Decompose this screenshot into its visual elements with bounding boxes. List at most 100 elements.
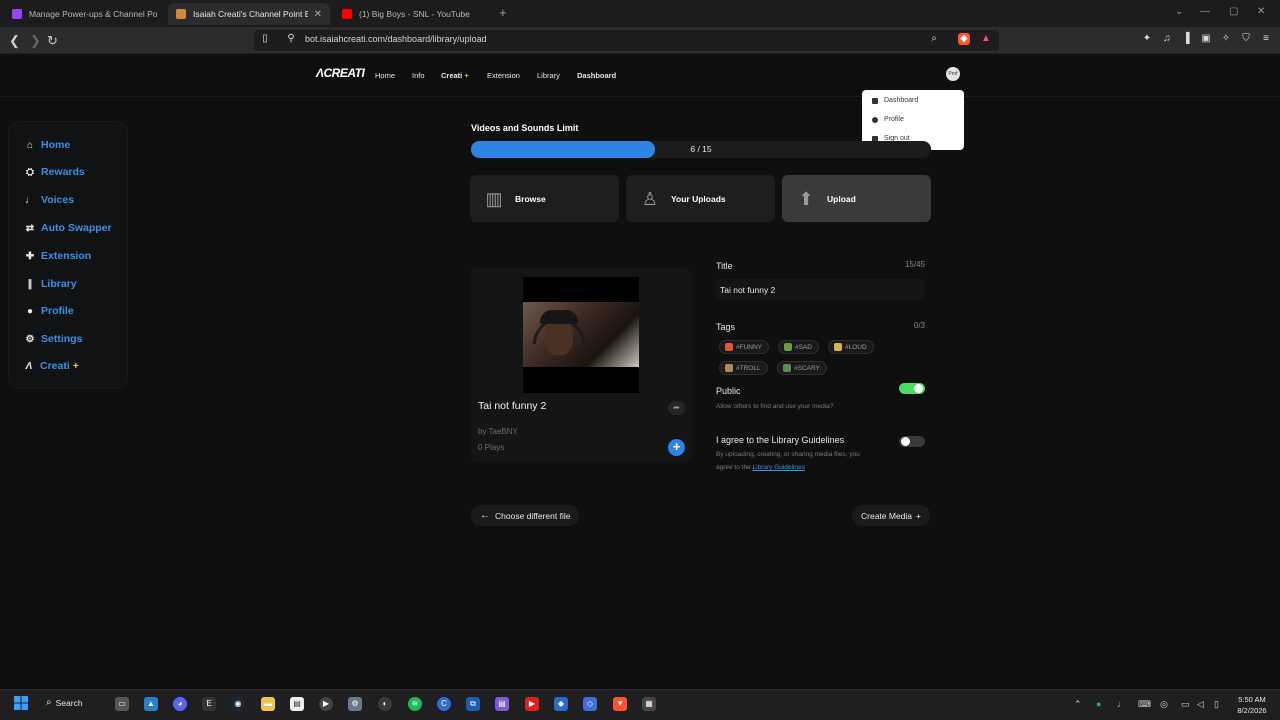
new-tab-icon[interactable]: + bbox=[499, 5, 507, 20]
extensions-icon[interactable]: ✦ bbox=[1141, 33, 1153, 45]
zoom-icon[interactable]: ⌕ bbox=[928, 33, 940, 45]
task-view-icon[interactable]: ▭ bbox=[115, 697, 129, 711]
visual-studio-icon[interactable]: ⧉ bbox=[466, 697, 480, 711]
bookmark-icon[interactable]: ▯ bbox=[259, 33, 271, 45]
toggle-knob bbox=[901, 437, 910, 446]
dropdown-item-dashboard[interactable]: Dashboard bbox=[872, 97, 918, 104]
tag-troll[interactable]: #TROLL bbox=[719, 361, 768, 375]
your-uploads-label: Your Uploads bbox=[671, 193, 726, 204]
tab-channel-point-bot[interactable]: Isaiah Creati's Channel Point Bot ✕ bbox=[168, 3, 330, 25]
menu-icon[interactable]: ≡ bbox=[1260, 33, 1272, 45]
upload-card[interactable]: ⬆ Upload bbox=[782, 175, 931, 222]
twitch-app-icon[interactable]: ▤ bbox=[495, 697, 509, 711]
reload-icon[interactable]: ↻ bbox=[47, 33, 58, 49]
sidebar-item-auto-swapper[interactable]: ⇄ Auto Swapper bbox=[25, 220, 112, 236]
wireguard-icon[interactable]: ◇ bbox=[583, 697, 597, 711]
sidebar-toggle-icon[interactable]: ▐ bbox=[1180, 33, 1192, 45]
taskbar-search[interactable]: ⌕ Search bbox=[46, 697, 83, 708]
site-info-icon[interactable]: ⚲ bbox=[285, 33, 297, 45]
tray-volume-icon[interactable]: ◁ bbox=[1197, 699, 1204, 710]
public-toggle[interactable] bbox=[899, 383, 925, 394]
brave-rewards-icon[interactable]: ▲ bbox=[980, 33, 992, 45]
browse-card[interactable]: ▥ Browse bbox=[470, 175, 619, 222]
tray-spotify-icon[interactable]: ● bbox=[1096, 699, 1101, 709]
nav-info[interactable]: Info bbox=[412, 71, 425, 80]
spotify-icon[interactable]: ≋ bbox=[408, 697, 422, 711]
sidebar-item-label: Home bbox=[41, 139, 71, 151]
create-media-button[interactable]: Create Media + bbox=[852, 505, 930, 526]
add-button[interactable]: + bbox=[668, 439, 685, 456]
taskbar-clock[interactable]: 5:50 AM 8/2/2026 bbox=[1232, 694, 1272, 716]
terminal-icon[interactable]: ▦ bbox=[642, 697, 656, 711]
maximize-icon[interactable]: ▢ bbox=[1229, 6, 1238, 17]
youtube-app-icon[interactable]: ▶ bbox=[525, 697, 539, 711]
tray-app-icon[interactable]: ◎ bbox=[1160, 699, 1168, 710]
back-icon[interactable]: ❮ bbox=[9, 33, 20, 49]
obs-icon[interactable]: ◐ bbox=[378, 697, 392, 711]
steam-icon[interactable]: ◉ bbox=[231, 697, 245, 711]
tag-loud[interactable]: #LOUD bbox=[828, 340, 874, 354]
tag-sad[interactable]: #SAD bbox=[778, 340, 819, 354]
profile-avatar[interactable]: Prof bbox=[946, 67, 960, 81]
brave-shields-icon[interactable]: ◆ bbox=[958, 33, 970, 45]
creati-logo[interactable]: ΛCREATI bbox=[316, 66, 365, 80]
url-text[interactable]: bot.isaiahcreati.com/dashboard/library/u… bbox=[305, 34, 487, 44]
your-uploads-card[interactable]: ♙ Your Uploads bbox=[626, 175, 775, 222]
sidebar-item-home[interactable]: ⌂ Home bbox=[25, 137, 70, 153]
tab-list-icon[interactable]: ⌄ bbox=[1175, 6, 1183, 17]
notepad-icon[interactable]: ▤ bbox=[290, 697, 304, 711]
vpn-icon[interactable]: ⛉ bbox=[1240, 33, 1252, 45]
tray-display-icon[interactable]: ▭ bbox=[1181, 699, 1190, 710]
nav-creati[interactable]: Creati + bbox=[441, 71, 469, 80]
tag-funny[interactable]: #FUNNY bbox=[719, 340, 770, 354]
tag-scary[interactable]: #SCARY bbox=[777, 361, 827, 375]
edge-icon[interactable]: C bbox=[437, 697, 451, 711]
dropdown-item-profile[interactable]: Profile bbox=[872, 116, 904, 123]
tab-youtube[interactable]: (1) Big Boys - SNL - YouTube bbox=[334, 3, 494, 25]
dropdown-item-label: Dashboard bbox=[884, 97, 919, 104]
tab-title: Isaiah Creati's Channel Point Bot bbox=[193, 9, 308, 19]
discord-icon[interactable]: ◕ bbox=[173, 697, 187, 711]
epic-games-icon[interactable]: E bbox=[202, 697, 216, 711]
tray-battery-icon[interactable]: ▯ bbox=[1214, 699, 1219, 710]
tab-title: Manage Power-ups & Channel Points bbox=[29, 9, 158, 19]
sidebar-item-creati[interactable]: Λ Creati + bbox=[24, 358, 79, 374]
library-guidelines-link[interactable]: Library Guidelines bbox=[753, 464, 805, 471]
close-tab-icon[interactable]: ✕ bbox=[314, 9, 322, 20]
title-input-value[interactable]: Tai not funny 2 bbox=[720, 285, 775, 295]
tray-microphone-icon[interactable]: ♩ bbox=[1117, 699, 1126, 709]
tab-twitch[interactable]: Manage Power-ups & Channel Points bbox=[4, 3, 166, 25]
sidebar-item-library[interactable]: ∥ Library bbox=[25, 276, 77, 292]
nav-dashboard[interactable]: Dashboard bbox=[577, 71, 616, 80]
sidebar-item-rewards[interactable]: ⛭ Rewards bbox=[25, 164, 85, 180]
media-icon[interactable]: ♫ bbox=[1161, 33, 1173, 45]
sidebar-item-extension[interactable]: ✚ Extension bbox=[25, 248, 91, 264]
tray-overflow-icon[interactable]: ⌃ bbox=[1074, 699, 1082, 710]
choose-different-file-button[interactable]: ← Choose different file bbox=[471, 505, 580, 526]
close-window-icon[interactable]: ✕ bbox=[1257, 6, 1265, 17]
forward-icon[interactable]: ❯ bbox=[30, 33, 41, 49]
dropdown-item-label: Profile bbox=[884, 116, 904, 123]
nav-extension[interactable]: Extension bbox=[487, 71, 520, 80]
brave-browser-icon[interactable]: ▼ bbox=[613, 697, 627, 711]
sidebar-item-profile[interactable]: ● Profile bbox=[25, 303, 74, 319]
sidebar-item-voices[interactable]: ♩ Voices bbox=[25, 192, 74, 208]
profile-icon bbox=[872, 116, 878, 123]
file-explorer-icon[interactable]: ▬ bbox=[261, 697, 275, 711]
share-icon[interactable]: ➦ bbox=[668, 401, 685, 415]
windows-start-icon[interactable] bbox=[14, 696, 28, 710]
leo-ai-icon[interactable]: ✧ bbox=[1220, 33, 1232, 45]
sidebar-item-settings[interactable]: ⚙ Settings bbox=[25, 331, 83, 347]
profile-icon: ● bbox=[26, 305, 34, 317]
app-icon[interactable]: ◆ bbox=[554, 697, 568, 711]
wallet-icon[interactable]: ▣ bbox=[1200, 33, 1212, 45]
minimize-icon[interactable]: — bbox=[1200, 6, 1210, 17]
agree-toggle[interactable] bbox=[899, 436, 925, 447]
photos-icon[interactable]: ▲ bbox=[144, 697, 158, 711]
tray-keyboard-icon[interactable]: ⌨ bbox=[1138, 699, 1151, 710]
settings-app-icon[interactable]: ⚙ bbox=[348, 697, 362, 711]
nav-library[interactable]: Library bbox=[537, 71, 560, 80]
media-player-icon[interactable]: ▶ bbox=[319, 697, 333, 711]
books-icon: ▥ bbox=[485, 188, 503, 209]
nav-home[interactable]: Home bbox=[375, 71, 395, 80]
